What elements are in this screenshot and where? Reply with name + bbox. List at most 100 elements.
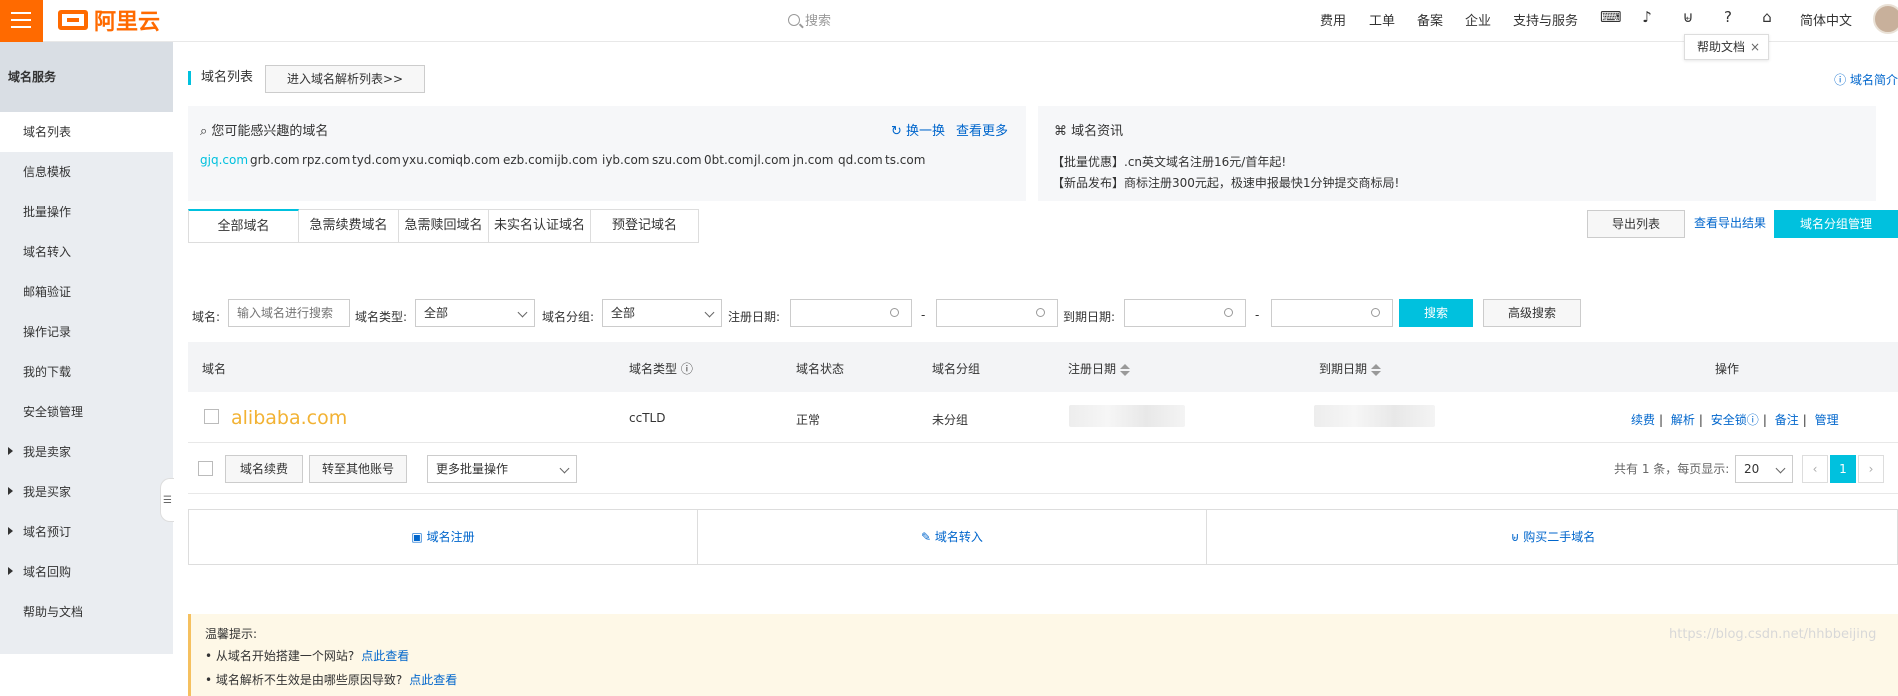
- tab-renewal-needed[interactable]: 急需续费域名: [299, 209, 399, 243]
- export-list-button[interactable]: 导出列表: [1587, 210, 1685, 238]
- registration-start-date[interactable]: [790, 299, 912, 327]
- suggested-domain[interactable]: ijb.com: [554, 153, 598, 167]
- action-separator: |: [1802, 413, 1807, 427]
- search-button[interactable]: 搜索: [1399, 299, 1473, 327]
- tab-redemption-needed[interactable]: 急需赎回域名: [399, 209, 489, 243]
- table-row: alibaba.com ccTLD 正常 未分组 续费 | 解析 | 安全锁ⓘ | 备…: [188, 393, 1898, 443]
- tip-link[interactable]: 点此查看: [409, 673, 457, 687]
- suggested-domain[interactable]: rpz.com: [302, 153, 350, 167]
- sidebar-item-security-lock[interactable]: 安全锁管理: [0, 392, 173, 432]
- tab-unverified[interactable]: 未实名认证域名: [489, 209, 591, 243]
- select-all-checkbox[interactable]: [198, 461, 213, 476]
- advanced-search-button[interactable]: 高级搜索: [1483, 299, 1581, 327]
- language-switch[interactable]: 简体中文: [1800, 10, 1852, 29]
- renew-link[interactable]: 续费: [1631, 413, 1655, 427]
- view-export-results-link[interactable]: 查看导出结果: [1691, 210, 1769, 238]
- suggested-domain[interactable]: jn.com: [793, 153, 833, 167]
- terminal-icon[interactable]: ⌨: [1600, 9, 1622, 25]
- help-icon[interactable]: ?: [1720, 9, 1736, 25]
- tip-link[interactable]: 点此查看: [361, 649, 409, 663]
- cart-icon[interactable]: ⊌: [1680, 9, 1696, 25]
- page-1-button[interactable]: 1: [1830, 455, 1856, 483]
- aliyun-logo[interactable]: 阿里云: [58, 4, 160, 36]
- refresh-domains-button[interactable]: ↻ 换一换: [891, 120, 945, 139]
- transfer-account-button[interactable]: 转至其他账号: [309, 455, 407, 483]
- nav-enterprise[interactable]: 企业: [1465, 10, 1491, 29]
- suggested-domain[interactable]: 0bt.com: [704, 153, 753, 167]
- nav-billing[interactable]: 费用: [1320, 10, 1346, 29]
- sidebar-collapse-handle[interactable]: ☰: [160, 478, 174, 522]
- user-avatar[interactable]: [1873, 4, 1898, 34]
- header-registration-date[interactable]: 注册日期: [1068, 360, 1131, 377]
- buy-secondhand-domain-link[interactable]: ⊌ 购买二手域名: [1207, 510, 1898, 564]
- previous-page-button[interactable]: ‹: [1802, 455, 1828, 483]
- domain-intro-link[interactable]: ⓘ 域名简介: [1834, 71, 1898, 88]
- tab-all-domains[interactable]: 全部域名: [188, 209, 299, 243]
- nav-support[interactable]: 支持与服务: [1513, 10, 1578, 29]
- domain-group-select[interactable]: 全部: [602, 299, 722, 327]
- sort-icon[interactable]: [1371, 363, 1382, 376]
- suggested-domain[interactable]: iyb.com: [602, 153, 650, 167]
- expiry-end-date[interactable]: [1271, 299, 1393, 327]
- nav-filing[interactable]: 备案: [1417, 10, 1443, 29]
- row-checkbox[interactable]: [204, 409, 219, 424]
- transfer-domain-link[interactable]: ✎ 域名转入: [698, 510, 1206, 564]
- domain-type-select[interactable]: 全部: [415, 299, 535, 327]
- more-batch-operations-select[interactable]: 更多批量操作: [427, 455, 577, 483]
- view-more-link[interactable]: 查看更多: [956, 120, 1008, 139]
- note-link[interactable]: 备注: [1775, 413, 1799, 427]
- expiry-start-date[interactable]: [1124, 299, 1246, 327]
- sidebar-item-email-verification[interactable]: 邮箱验证: [0, 272, 173, 312]
- sidebar-item-downloads[interactable]: 我的下载: [0, 352, 173, 392]
- suggested-domain[interactable]: grb.com: [250, 153, 300, 167]
- suggested-domain[interactable]: yxu.com: [402, 153, 453, 167]
- interest-domain-panel: ⌕ 您可能感兴趣的域名 ↻ 换一换 查看更多 gjq.com grb.com r…: [188, 106, 1026, 201]
- sidebar-item-seller[interactable]: 我是卖家: [0, 432, 173, 472]
- registration-date-cell: [1069, 405, 1185, 427]
- security-lock-link[interactable]: 安全锁: [1711, 413, 1747, 427]
- menu-button[interactable]: [0, 0, 43, 42]
- top-navigation: 阿里云 搜索 费用 工单 备案 企业 支持与服务 ⌨ ♪ ⊌ ? ⌂ 简体中文: [0, 0, 1898, 42]
- suggested-domain[interactable]: ts.com: [885, 153, 925, 167]
- suggested-domain[interactable]: szu.com: [652, 153, 702, 167]
- news-item[interactable]: 【新品发布】商标注册300元起，极速申报最快1分钟提交商标局!: [1052, 174, 1399, 191]
- manage-link[interactable]: 管理: [1815, 413, 1839, 427]
- sidebar-item-batch-operation[interactable]: 批量操作: [0, 192, 173, 232]
- suggested-domain[interactable]: tyd.com: [352, 153, 401, 167]
- page-size-select[interactable]: 20: [1735, 455, 1793, 483]
- register-domain-link[interactable]: ▣ 域名注册: [189, 510, 697, 564]
- suggested-domain[interactable]: ezb.com: [503, 153, 554, 167]
- registration-end-date[interactable]: [936, 299, 1058, 327]
- tab-preregistered[interactable]: 预登记域名: [591, 209, 699, 243]
- sidebar-item-operation-log[interactable]: 操作记录: [0, 312, 173, 352]
- domain-search-input[interactable]: [228, 299, 350, 327]
- sort-icon[interactable]: [1120, 363, 1131, 376]
- sidebar-item-help-docs[interactable]: 帮助与文档: [0, 592, 173, 632]
- header-actions: 操作: [1715, 362, 1740, 376]
- question-icon[interactable]: ⓘ: [1747, 413, 1759, 427]
- sidebar-item-info-template[interactable]: 信息模板: [0, 152, 173, 192]
- sidebar-item-domain-transfer[interactable]: 域名转入: [0, 232, 173, 272]
- dns-link[interactable]: 解析: [1671, 413, 1695, 427]
- global-search[interactable]: 搜索: [788, 10, 831, 29]
- nav-ticket[interactable]: 工单: [1369, 10, 1395, 29]
- suggested-domain[interactable]: gjq.com: [200, 153, 248, 167]
- news-item[interactable]: 【批量优惠】.cn英文域名注册16元/首年起!: [1052, 153, 1286, 170]
- home-icon[interactable]: ⌂: [1759, 9, 1775, 25]
- pagination-summary: 共有 1 条，每页显示:: [1614, 462, 1730, 476]
- next-page-button[interactable]: ›: [1858, 455, 1884, 483]
- domain-name-link[interactable]: alibaba.com: [231, 407, 347, 429]
- sidebar-item-domain-list[interactable]: 域名列表: [0, 112, 173, 152]
- suggested-domain[interactable]: jl.com: [754, 153, 790, 167]
- header-expiry-date[interactable]: 到期日期: [1319, 360, 1382, 377]
- dns-resolution-list-button[interactable]: 进入域名解析列表>>: [265, 65, 425, 93]
- suggested-domain[interactable]: qd.com: [838, 153, 883, 167]
- domain-group-management-button[interactable]: 域名分组管理: [1774, 210, 1898, 238]
- sidebar-item-domain-reservation[interactable]: 域名预订: [0, 512, 173, 552]
- sidebar-item-buyer[interactable]: 我是买家: [0, 472, 173, 512]
- bell-icon[interactable]: ♪: [1639, 9, 1655, 25]
- suggested-domain[interactable]: iqb.com: [452, 153, 500, 167]
- sidebar-item-domain-buyback[interactable]: 域名回购: [0, 552, 173, 592]
- question-icon[interactable]: ⓘ: [681, 362, 693, 376]
- batch-renew-button[interactable]: 域名续费: [225, 455, 303, 483]
